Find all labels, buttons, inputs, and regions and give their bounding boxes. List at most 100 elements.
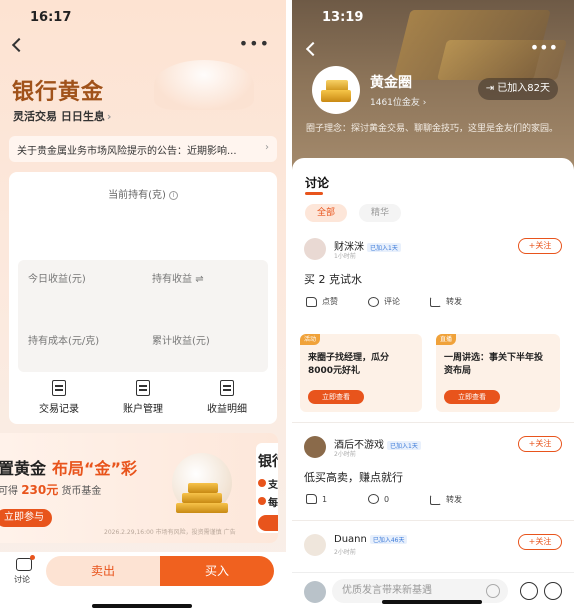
share-label: 转发 (446, 297, 462, 306)
bullet-icon (258, 497, 266, 505)
holding-label-text: 当前持有(克) (108, 190, 166, 201)
bottom-bar: 讨论 卖出 买入 (0, 552, 286, 614)
next-banner-button[interactable] (258, 515, 278, 531)
stats-panel: 今日收益(元) 持有收益 ⇌ 持有成本(元/克) 累计收益(元) (18, 260, 268, 372)
follow-button[interactable]: +关注 (518, 436, 562, 452)
holding-label: 当前持有(克) i (9, 186, 277, 201)
banner-title: 置黄金 布局“金”彩 (0, 455, 137, 479)
like-label: 点赞 (322, 297, 338, 306)
exit-icon: ⇥ (485, 83, 495, 94)
member-badge: 已加入1天 (367, 242, 401, 252)
follow-button[interactable]: +关注 (518, 534, 562, 550)
member-count-text: 1461位金友 (370, 98, 420, 108)
comment-button[interactable]: 评论 (368, 296, 400, 307)
home-indicator (92, 604, 192, 608)
post-author[interactable]: Duann 已加入46天 (334, 534, 408, 545)
trend-icon[interactable] (544, 582, 562, 600)
back-icon[interactable] (11, 37, 27, 53)
account-management-button[interactable]: 账户管理 (103, 380, 183, 415)
comment-input-bar: 优质发言带来新基遇 (292, 572, 574, 614)
comment-button[interactable]: 0 (368, 494, 389, 504)
more-icon[interactable]: ••• (239, 36, 270, 52)
promo-card-event[interactable]: 活动 来圈子找经理，瓜分8000元好礼 立即查看 (300, 334, 422, 412)
emoji-icon[interactable] (486, 584, 500, 598)
member-count[interactable]: 1461位金友 › (370, 95, 426, 108)
filter-all[interactable]: 全部 (305, 204, 347, 222)
post-actions: 点赞 评论 转发 (306, 296, 556, 310)
comment-icon (368, 296, 379, 307)
join-now-button[interactable]: 立即参与 (0, 509, 52, 527)
next-banner-item: 支 (268, 480, 278, 491)
chat-icon[interactable] (16, 555, 35, 571)
avatar[interactable] (304, 238, 326, 260)
subtitle-link[interactable]: 灵活交易 日日生息 › (13, 108, 111, 124)
post-time: 1小时前 (334, 253, 356, 260)
discuss-label[interactable]: 讨论 (14, 574, 30, 585)
view-now-button[interactable]: 立即查看 (444, 390, 500, 404)
share-icon (430, 494, 441, 505)
today-income-label: 今日收益(元) (28, 274, 86, 285)
info-icon[interactable]: i (168, 190, 178, 200)
post-time: 2小时前 (334, 549, 356, 556)
promo-card-live[interactable]: 直播 一周讲选：事关下半年投资布局 立即查看 (436, 334, 560, 412)
buy-button[interactable]: 买入 (160, 556, 274, 586)
ingot-decoration (154, 60, 254, 110)
avatar (304, 581, 326, 603)
banner-fine-text: 2026.2.29,16:00 市场有风险，投资需谨慎 (104, 529, 222, 536)
member-badge: 已加入46天 (369, 534, 408, 544)
promo-text: 一周讲选：事关下半年投资布局 (444, 353, 544, 376)
post-author-name: Duann (334, 534, 367, 545)
banner-line-pre: 可得 (0, 486, 18, 497)
post-time: 2小时前 (334, 451, 356, 458)
joined-badge[interactable]: ⇥ 已加入82天 (477, 78, 558, 100)
gold-bars-image (168, 453, 236, 517)
banner-subtitle: 可得 230元 货币基金 (0, 481, 101, 498)
income-details-button[interactable]: 收益明细 (187, 380, 267, 415)
status-bar: 13:19 5G 80 (292, 10, 574, 28)
account-management-label: 账户管理 (123, 404, 163, 415)
next-banner-card[interactable]: 银行 支 每 (256, 443, 278, 533)
share-button[interactable]: 转发 (430, 494, 462, 505)
share-label: 转发 (446, 495, 462, 504)
total-income-label: 累计收益(元) (152, 336, 210, 347)
back-icon[interactable] (305, 41, 321, 57)
chevron-right-icon: › (106, 110, 112, 123)
action-row: 交易记录 账户管理 收益明细 (9, 380, 277, 424)
like-button[interactable]: 1 (306, 494, 327, 504)
promo-banner[interactable]: 置黄金 布局“金”彩 可得 230元 货币基金 立即参与 2026.2.29,16… (0, 433, 278, 543)
chevron-right-icon: › (422, 98, 427, 108)
member-badge: 已加入1天 (387, 440, 421, 450)
next-banner-item: 每 (268, 498, 278, 509)
hold-cost-label: 持有成本(元/克) (28, 336, 100, 347)
promo-text: 来圈子找经理，瓜分8000元好礼 (308, 353, 390, 376)
banner-fine-print: 2026.2.29,16:00 市场有风险，投资需谨慎 广告 (104, 527, 236, 536)
follow-button[interactable]: +关注 (518, 238, 562, 254)
circle-name: 黄金圈 (370, 75, 412, 91)
avatar[interactable] (304, 534, 326, 556)
post-text: 买 2 克试水 (304, 273, 362, 286)
like-button[interactable]: 点赞 (306, 296, 338, 307)
more-icon[interactable]: ••• (530, 40, 558, 56)
thumbs-up-icon (306, 296, 317, 307)
notice-bar[interactable]: 关于贵金属业务市场风险提示的公告：近期影响... › (9, 136, 277, 162)
account-card-icon (136, 380, 150, 396)
coin-icon[interactable] (520, 582, 538, 600)
trade-records-label: 交易记录 (39, 404, 79, 415)
swap-icon: ⇌ (195, 274, 204, 285)
view-now-button[interactable]: 立即查看 (308, 390, 364, 404)
tab-underline (305, 192, 323, 195)
sell-button[interactable]: 卖出 (46, 556, 160, 586)
next-banner-title: 银行 (258, 454, 278, 470)
yen-receipt-icon (220, 380, 234, 396)
hold-income-label[interactable]: 持有收益 ⇌ (152, 270, 204, 285)
home-indicator (382, 600, 482, 604)
filter-featured[interactable]: 精华 (359, 204, 401, 222)
tab-discussion[interactable]: 讨论 (305, 174, 329, 191)
input-placeholder: 优质发言带来新基遇 (342, 585, 432, 596)
banner-amount: 230元 (21, 483, 59, 497)
avatar[interactable] (304, 436, 326, 458)
share-button[interactable]: 转发 (430, 296, 462, 307)
circle-header: 13:19 5G 80 ••• 黄金圈 1461位金友 › ⇥ 已加入82天 圈… (292, 0, 574, 170)
hold-income-text: 持有收益 (152, 274, 192, 285)
trade-records-button[interactable]: 交易记录 (19, 380, 99, 415)
